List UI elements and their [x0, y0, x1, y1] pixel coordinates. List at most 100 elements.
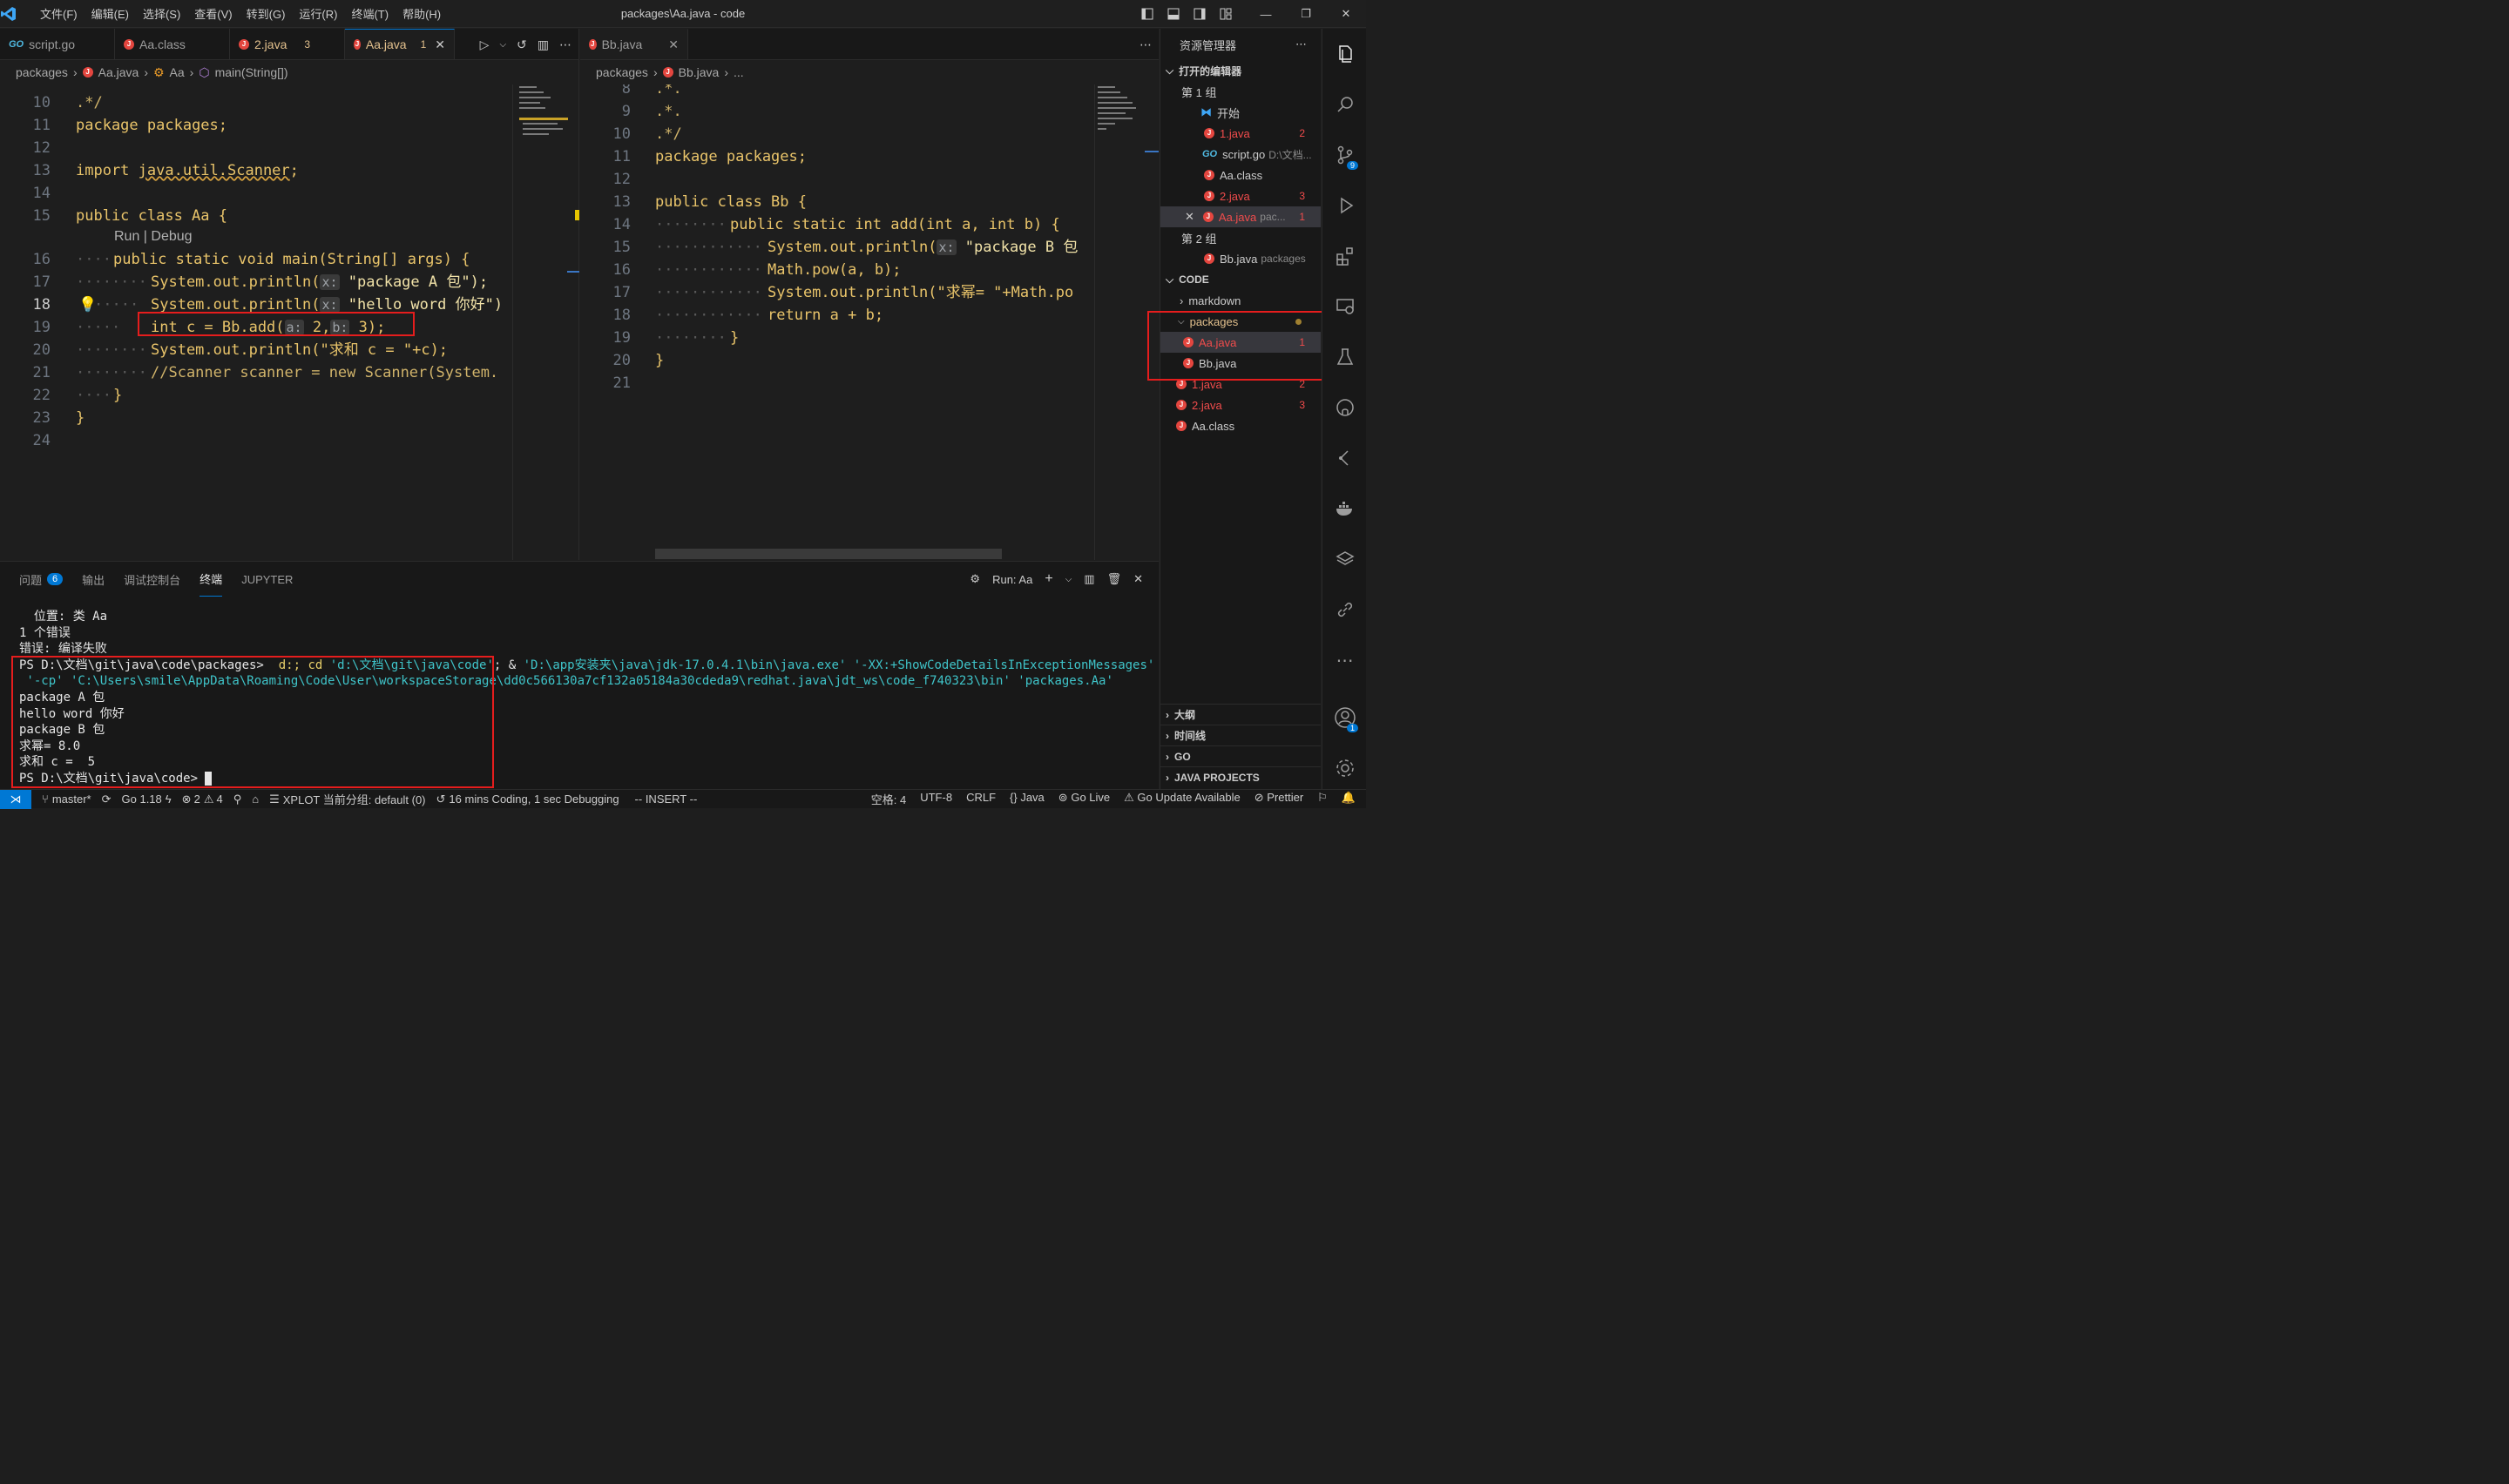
minimap[interactable] — [517, 84, 573, 154]
extensions-icon[interactable] — [1322, 231, 1367, 281]
open-editors-section[interactable]: ⌵ 打开的编辑器 — [1160, 60, 1321, 81]
more-views-icon[interactable]: ⋯ — [1322, 635, 1367, 685]
toggle-secondary-sidebar-icon[interactable] — [1194, 8, 1220, 20]
timeline-section[interactable]: › 时间线 — [1160, 725, 1321, 745]
tab-jupyter[interactable]: JUPYTER — [241, 562, 293, 597]
more-actions-icon[interactable]: ⋯ — [1140, 37, 1152, 52]
testing-icon[interactable] — [1322, 332, 1367, 382]
end-of-line[interactable]: CRLF — [966, 791, 996, 807]
menu-edit[interactable]: 编辑(E) — [85, 5, 136, 22]
customize-layout-icon[interactable] — [1220, 8, 1246, 20]
search-icon[interactable] — [1322, 79, 1367, 130]
breadcrumb-item[interactable]: Bb.java — [679, 65, 720, 79]
file-aa-java[interactable]: J Aa.java 1 — [1160, 332, 1321, 353]
restore-button[interactable]: ❐ — [1286, 7, 1326, 21]
tab-2-java[interactable]: J 2.java 3 — [230, 29, 345, 59]
chevron-down-icon[interactable]: ⌵ — [1065, 575, 1072, 584]
sync-icon[interactable]: ⟳ — [102, 793, 112, 806]
go-live[interactable]: ⊚ Go Live — [1058, 791, 1110, 807]
breadcrumb-item[interactable]: packages — [16, 65, 68, 79]
breadcrumb-item[interactable]: packages — [596, 65, 648, 79]
workspace-section[interactable]: ⌵ CODE — [1160, 269, 1321, 290]
open-editor-item[interactable]: J Bb.java packages — [1160, 248, 1321, 269]
breadcrumb-item[interactable]: main(String[]) — [215, 65, 288, 79]
file-bb-java[interactable]: J Bb.java — [1160, 353, 1321, 374]
close-window-button[interactable]: ✕ — [1326, 7, 1366, 21]
more-actions-icon[interactable]: ⋯ — [559, 37, 571, 52]
folder-markdown[interactable]: › markdown — [1160, 290, 1321, 311]
new-terminal-icon[interactable]: + — [1045, 571, 1052, 587]
toggle-panel-icon[interactable] — [1167, 8, 1194, 20]
close-tab-icon[interactable]: ✕ — [435, 37, 445, 52]
go-version[interactable]: Go 1.18 — [122, 793, 162, 806]
encoding[interactable]: UTF-8 — [920, 791, 952, 807]
debug-run-icon[interactable]: ⚲ — [233, 793, 242, 806]
error-count[interactable]: 2 — [194, 793, 200, 806]
menu-go[interactable]: 转到(G) — [240, 5, 293, 22]
open-editor-item[interactable]: J Aa.class — [1160, 165, 1321, 186]
close-panel-icon[interactable]: ✕ — [1133, 572, 1143, 586]
close-editor-icon[interactable]: ✕ — [1185, 210, 1194, 224]
folder-packages[interactable]: ⌵ packages — [1160, 311, 1321, 332]
more-actions-icon[interactable]: ⋯ — [1295, 37, 1307, 51]
trash-icon[interactable]: 🗑 — [1107, 572, 1122, 586]
remote-explorer-icon[interactable] — [1322, 281, 1367, 332]
minimap[interactable] — [1096, 84, 1152, 154]
outline-section[interactable]: › 大纲 — [1160, 704, 1321, 725]
source-control-icon[interactable]: 9 — [1322, 130, 1367, 180]
tab-aa-java[interactable]: J Aa.java 1 ✕ — [345, 29, 455, 59]
github-icon[interactable] — [1322, 382, 1367, 433]
notifications-icon[interactable]: 🔔 — [1342, 791, 1356, 807]
menu-help[interactable]: 帮助(H) — [396, 5, 448, 22]
run-debug-icon[interactable] — [1322, 180, 1367, 231]
code-editor-bb[interactable]: 8 9 10 11 12 13 14 15 16 17 18 19 20 21 … — [580, 84, 1094, 560]
docker-icon[interactable] — [1322, 483, 1367, 534]
layers-icon[interactable] — [1322, 534, 1367, 584]
split-editor-icon[interactable]: ▥ — [538, 37, 549, 52]
close-tab-icon[interactable]: ✕ — [668, 37, 679, 52]
prettier[interactable]: ⊘ Prettier — [1254, 791, 1303, 807]
tab-output[interactable]: 输出 — [82, 562, 105, 597]
settings-gear-icon[interactable] — [1322, 743, 1367, 793]
language-mode[interactable]: {} Java — [1010, 791, 1045, 807]
tab-script-go[interactable]: GO script.go — [0, 29, 115, 59]
history-icon[interactable]: ↺ — [517, 37, 527, 52]
git-branch[interactable]: master* — [52, 793, 91, 806]
go-section[interactable]: › GO — [1160, 745, 1321, 766]
home-icon[interactable]: ⌂ — [252, 793, 259, 806]
run-icon[interactable]: ▷ — [480, 37, 490, 52]
remote-indicator-icon[interactable]: ⋊ — [0, 789, 31, 809]
feedback-icon[interactable]: ⚐ — [1317, 791, 1328, 807]
tab-debug-console[interactable]: 调试控制台 — [124, 562, 180, 597]
git-graph-icon[interactable] — [1322, 433, 1367, 483]
coding-time[interactable]: 16 mins Coding, 1 sec Debugging — [449, 793, 619, 806]
tab-terminal[interactable]: 终端 — [200, 562, 223, 597]
menu-selection[interactable]: 选择(S) — [136, 5, 187, 22]
file-2-java[interactable]: J 2.java 3 — [1160, 395, 1321, 415]
breadcrumb-item[interactable]: ... — [734, 65, 744, 79]
menu-file[interactable]: 文件(F) — [33, 5, 85, 22]
horizontal-scrollbar[interactable] — [655, 549, 1002, 559]
account-icon[interactable]: 1 — [1322, 692, 1367, 743]
toggle-sidebar-icon[interactable] — [1141, 8, 1167, 20]
menu-run[interactable]: 运行(R) — [292, 5, 344, 22]
breadcrumb-item[interactable]: Aa — [170, 65, 185, 79]
tab-bb-java[interactable]: J Bb.java ✕ — [580, 29, 688, 59]
file-aa-class[interactable]: J Aa.class — [1160, 415, 1321, 436]
breadcrumb-item[interactable]: Aa.java — [98, 65, 139, 79]
split-terminal-icon[interactable]: ▥ — [1084, 572, 1094, 586]
go-update[interactable]: ⚠ Go Update Available — [1124, 791, 1241, 807]
open-editor-item-active[interactable]: ✕ J Aa.java pac... 1 — [1160, 206, 1321, 227]
open-editor-item[interactable]: GO script.go D:\文档... — [1160, 144, 1321, 165]
warning-count[interactable]: 4 — [216, 793, 222, 806]
explorer-icon[interactable] — [1322, 29, 1367, 79]
tab-problems[interactable]: 问题 6 — [19, 562, 64, 597]
terminal-selector[interactable]: Run: Aa — [992, 573, 1032, 586]
link-icon[interactable] — [1322, 584, 1367, 635]
tab-aa-class[interactable]: J Aa.class — [115, 29, 230, 59]
java-projects-section[interactable]: › JAVA PROJECTS — [1160, 766, 1321, 787]
indentation[interactable]: 空格: 4 — [871, 791, 906, 807]
open-editor-item[interactable]: J 2.java 3 — [1160, 186, 1321, 206]
open-editor-item[interactable]: ⧓ 开始 — [1160, 102, 1321, 123]
terminal-output[interactable]: 位置: 类 Aa 1 个错误 错误: 编译失败 PS D:\文档\git\java\c… — [19, 609, 1154, 787]
